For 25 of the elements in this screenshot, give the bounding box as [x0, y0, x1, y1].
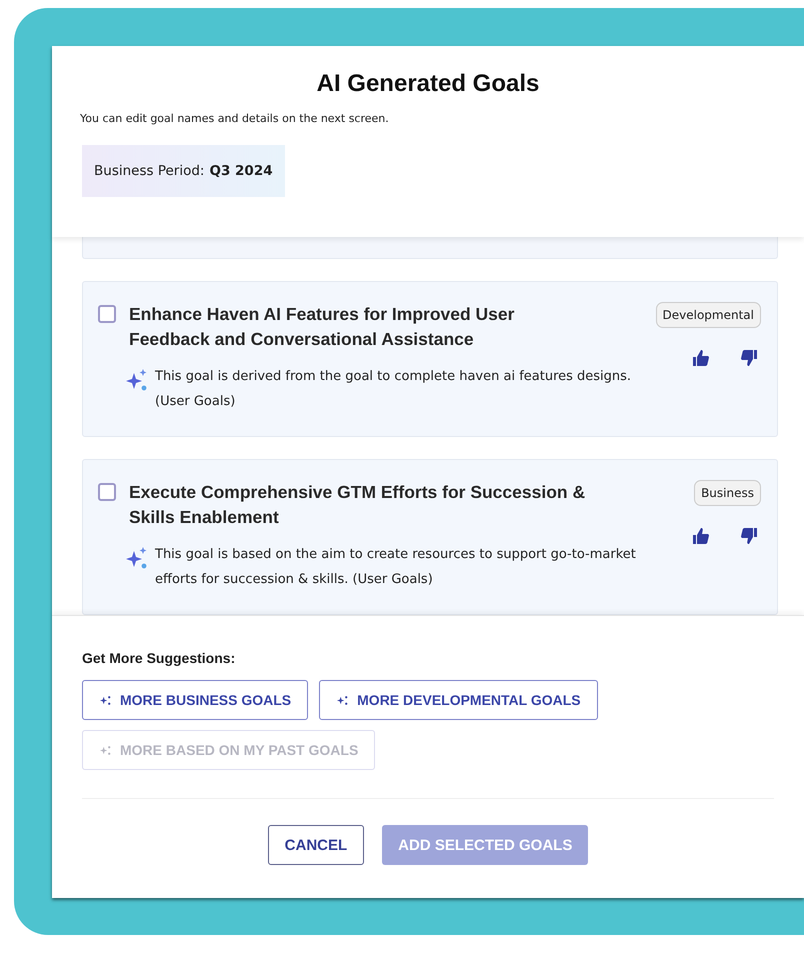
sparkle-icon [336, 694, 350, 706]
thumbs-up-icon[interactable] [691, 348, 711, 368]
goal-tag: Developmental [656, 302, 761, 328]
cancel-button[interactable]: CANCEL [268, 825, 364, 865]
checkbox[interactable] [98, 305, 116, 323]
goal-title: Execute Comprehensive GTM Efforts for Succession & Skills Enablement [129, 481, 586, 529]
suggestion-button[interactable]: MORE BUSINESS GOALS [82, 680, 308, 720]
goal-tag: Business [694, 480, 761, 506]
suggestion-button[interactable]: MORE DEVELOPMENTAL GOALS [319, 680, 598, 720]
goal-title: Enhance Haven AI Features for Improved User Feedback and Conversational Assistance [129, 303, 516, 351]
sparkle-icon [99, 744, 112, 756]
goal-description: This goal is derived from the goal to complete haven ai features designs. (User Goals) [155, 368, 632, 411]
sparkle-icon [125, 546, 149, 570]
period-value: Q3 2024 [209, 163, 273, 179]
goal-description: This goal is based on the aim to create resources to support go-to-market efforts for succession & skills. (User Goals) [155, 546, 637, 589]
thumbs-up-icon[interactable] [691, 526, 711, 546]
dialog-subtitle: You can edit goal names and details on the next screen. [80, 112, 390, 125]
thumbs-down-icon[interactable] [739, 348, 759, 368]
suggestions-heading: Get More Suggestions: [82, 650, 236, 666]
thumbs-down-icon[interactable] [739, 526, 759, 546]
checkbox[interactable] [98, 483, 116, 501]
sparkle-icon [125, 368, 149, 392]
dialog-title: AI Generated Goals [316, 70, 540, 98]
sparkle-icon [99, 694, 112, 706]
period-label: Business Period: [94, 163, 204, 179]
